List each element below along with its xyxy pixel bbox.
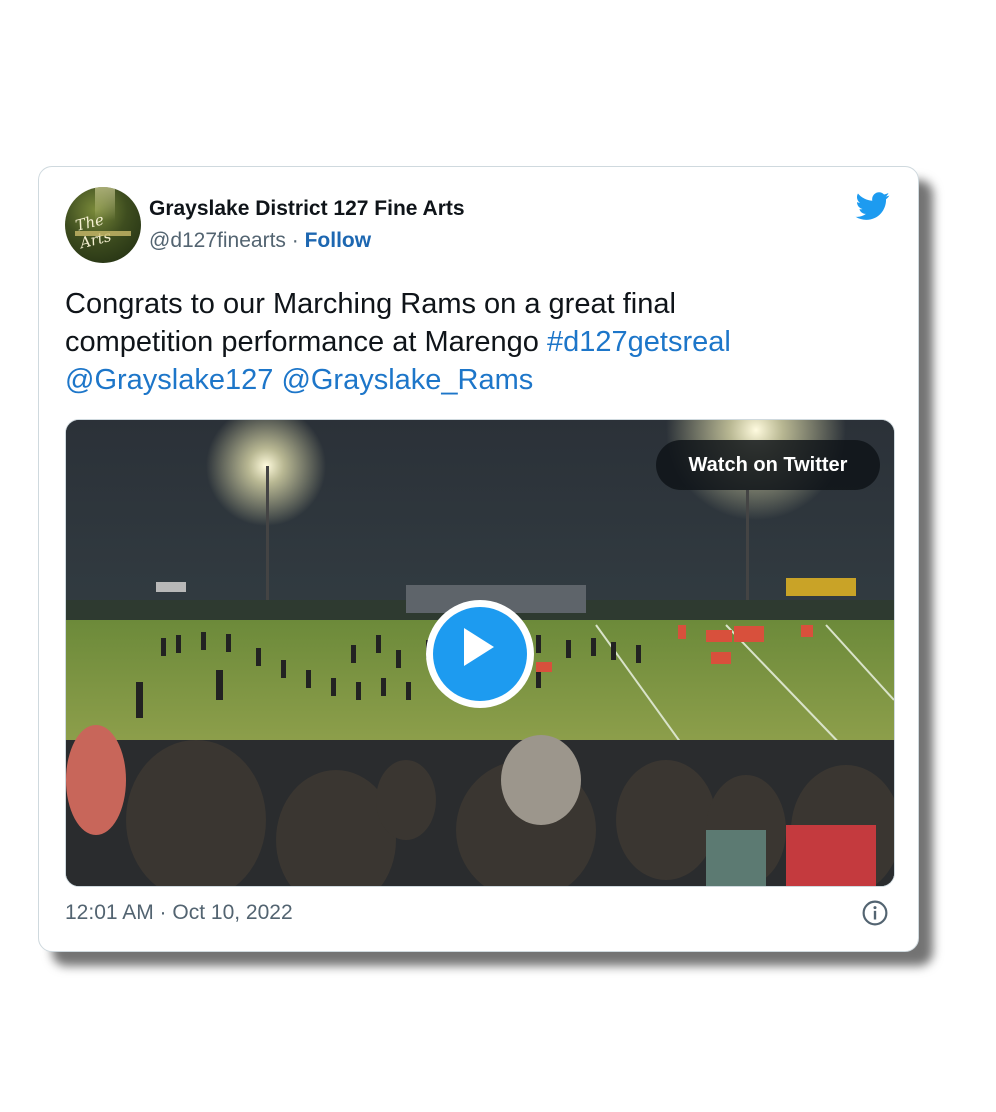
twitter-bird-icon[interactable]	[854, 189, 892, 223]
play-button[interactable]	[426, 600, 534, 708]
tweet-timestamp[interactable]: 12:01 AM · Oct 10, 2022	[65, 901, 293, 925]
author-name[interactable]: Grayslake District 127 Fine Arts	[149, 197, 465, 221]
follow-button[interactable]: Follow	[305, 229, 372, 252]
mention-link-grayslake127[interactable]: @Grayslake127	[65, 364, 273, 396]
tweet-text-line2: competition performance at Marengo	[65, 326, 547, 358]
info-icon[interactable]	[862, 900, 888, 926]
avatar-text: The Arts	[73, 210, 114, 253]
play-icon	[464, 628, 494, 666]
author-avatar[interactable]: The Arts	[65, 187, 141, 263]
watch-on-twitter-button[interactable]: Watch on Twitter	[656, 440, 880, 490]
tweet-text: Congrats to our Marching Rams on a great…	[65, 285, 885, 399]
hashtag-link[interactable]: #d127getsreal	[547, 326, 731, 358]
video-player[interactable]: Watch on Twitter	[65, 419, 895, 887]
avatar-band	[75, 231, 131, 236]
mention-link-grayslake-rams[interactable]: @Grayslake_Rams	[281, 364, 533, 396]
author-handle-row: @d127finearts · Follow	[149, 229, 371, 253]
tweet-text-line1: Congrats to our Marching Rams on a great…	[65, 288, 676, 320]
tweet-card: The Arts Grayslake District 127 Fine Art…	[38, 166, 919, 952]
handle-separator: ·	[291, 229, 299, 252]
author-handle[interactable]: @d127finearts	[149, 229, 286, 252]
